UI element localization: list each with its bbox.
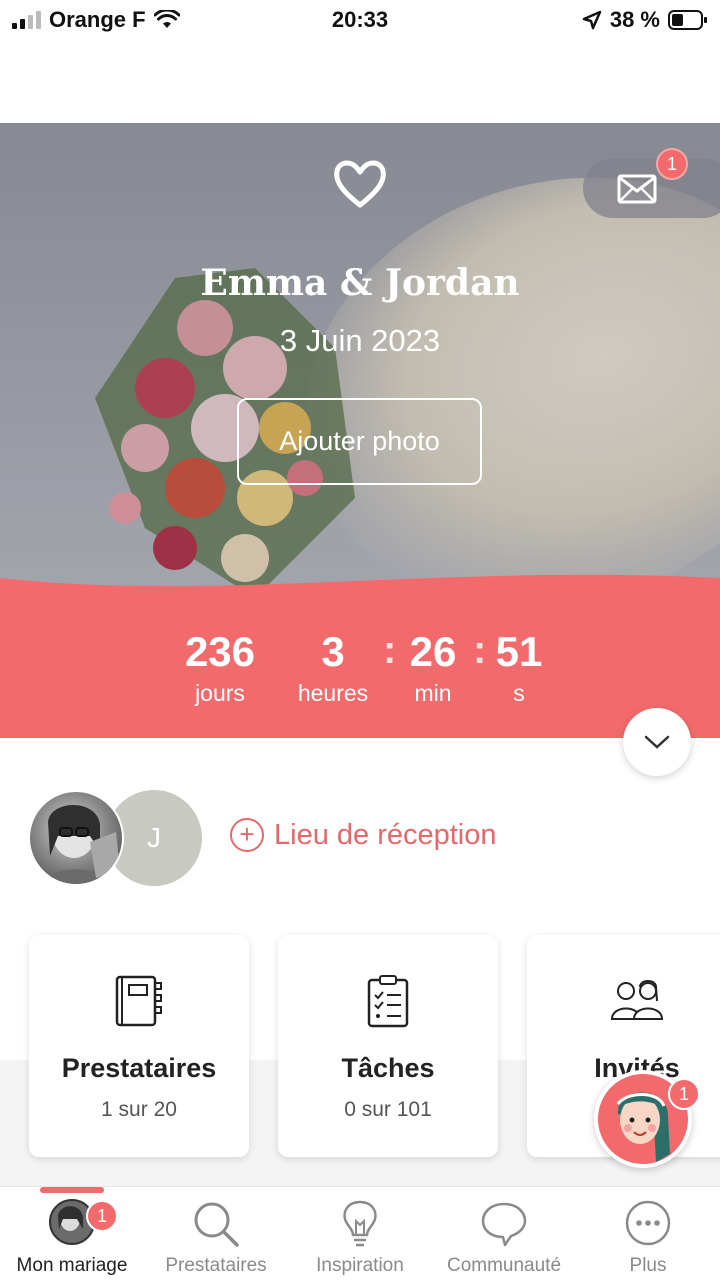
seconds-value: 51 <box>495 628 543 675</box>
minutes-value: 26 <box>409 628 457 675</box>
notebook-icon <box>115 975 162 1027</box>
card-subtitle: 1 sur 20 <box>101 1098 177 1121</box>
days-label: jours <box>195 680 245 706</box>
chat-bubble-icon <box>481 1202 527 1247</box>
time-separator: : <box>383 628 397 672</box>
card-subtitle: 0 sur 101 <box>344 1098 432 1121</box>
battery-percent: 38 % <box>609 7 660 32</box>
tab-label: Plus <box>629 1255 667 1276</box>
user-avatar[interactable] <box>28 790 124 886</box>
status-right: 38 % <box>582 7 708 33</box>
time-separator: : <box>473 628 487 672</box>
tab-mon-mariage[interactable]: Mon mariage <box>0 1187 144 1280</box>
tab-prestataires[interactable]: Prestataires <box>144 1187 288 1280</box>
countdown-minutes: 26 min <box>400 628 466 707</box>
messages-badge: 1 <box>656 148 688 180</box>
tab-communaute[interactable]: Communauté <box>432 1187 576 1280</box>
tab-notification-badge: 1 <box>86 1200 118 1232</box>
countdown-seconds: 51 s <box>490 628 548 707</box>
profile-photo <box>41 805 120 884</box>
couple-guests-icon <box>610 980 664 1020</box>
chevron-down-icon <box>644 735 670 749</box>
hours-label: heures <box>297 680 369 706</box>
lightbulb-icon <box>343 1200 377 1247</box>
bottom-tab-bar: Mon mariage Prestataires Inspiration Com… <box>0 1186 720 1280</box>
wedding-date: 3 Juin 2023 <box>279 323 441 358</box>
tab-label: Inspiration <box>316 1255 404 1276</box>
add-venue-link[interactable]: + Lieu de réception <box>230 818 497 852</box>
app-screen: Orange F 20:33 38 % Emma & Jordan 3 Juin… <box>0 0 720 1280</box>
seconds-label: s <box>513 680 525 706</box>
battery-icon <box>668 10 707 30</box>
venue-label: Lieu de réception <box>274 818 497 851</box>
assistant-badge: 1 <box>668 1078 700 1110</box>
tab-inspiration[interactable]: Inspiration <box>288 1187 432 1280</box>
tab-label: Communauté <box>446 1255 562 1276</box>
couple-names: Emma & Jordan <box>200 262 520 304</box>
card-title: Prestataires <box>61 1053 217 1083</box>
more-icon <box>625 1200 671 1246</box>
location-arrow-icon <box>582 10 602 30</box>
days-value: 236 <box>184 628 256 675</box>
hours-value: 3 <box>321 628 345 675</box>
countdown-hours: 3 heures <box>282 628 384 707</box>
expand-button[interactable] <box>623 708 691 776</box>
tab-label: Prestataires <box>165 1255 267 1276</box>
card-vendors[interactable]: Prestataires 1 sur 20 <box>29 935 249 1157</box>
messages-button[interactable] <box>583 158 720 218</box>
envelope-icon <box>617 174 657 204</box>
active-tab-indicator <box>40 1187 104 1193</box>
countdown-days: 236 jours <box>170 628 270 707</box>
add-photo-button[interactable]: Ajouter photo <box>237 398 482 485</box>
card-tasks[interactable]: Tâches 0 sur 101 <box>278 935 498 1157</box>
tab-label: Mon mariage <box>16 1255 128 1276</box>
add-circle-icon: + <box>230 818 264 852</box>
card-title: Tâches <box>341 1053 435 1083</box>
minutes-label: min <box>414 680 452 706</box>
status-bar: Orange F 20:33 38 % <box>0 0 720 42</box>
tab-plus[interactable]: Plus <box>576 1187 720 1280</box>
clipboard-checklist-icon <box>367 975 409 1028</box>
heart-icon <box>334 160 386 208</box>
search-icon <box>194 1202 239 1247</box>
